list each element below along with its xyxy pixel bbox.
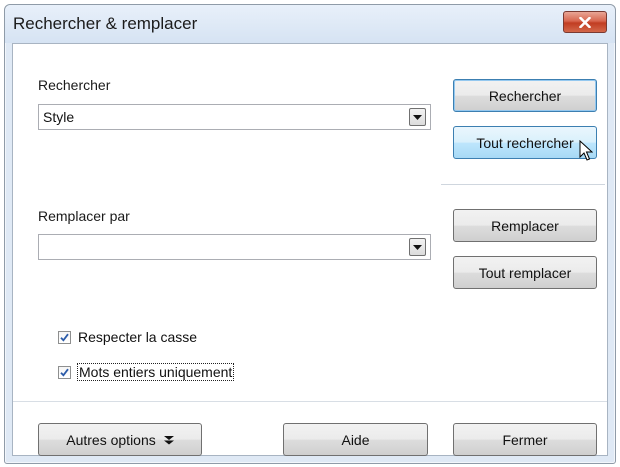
chevron-down-icon [413,244,422,250]
replace-all-button-label: Tout remplacer [478,264,572,281]
checkmark-icon [60,333,69,342]
help-button-label: Aide [341,431,370,448]
replace-label: Remplacer par [38,208,130,224]
close-icon [579,16,591,28]
close-window-button[interactable] [563,11,607,33]
find-all-button[interactable]: Tout rechercher [453,126,597,159]
window-title: Rechercher & remplacer [13,14,198,33]
find-button-label: Rechercher [488,87,562,104]
checkmark-icon [60,368,69,377]
replace-button-label: Remplacer [491,217,559,234]
more-options-label: Autres options [66,431,156,448]
find-replace-dialog: Rechercher & remplacer Rechercher Style … [4,4,616,464]
whole-words-option[interactable]: Mots entiers uniquement [58,363,235,381]
search-combobox[interactable]: Style [38,104,431,130]
match-case-label: Respecter la casse [78,329,198,345]
replace-all-button[interactable]: Tout remplacer [453,256,597,289]
whole-words-label: Mots entiers uniquement [76,363,235,381]
double-chevron-down-icon [163,435,174,444]
replace-button[interactable]: Remplacer [453,209,597,242]
replace-dropdown-button[interactable] [409,238,426,256]
find-all-button-label: Tout rechercher [476,134,574,151]
close-button[interactable]: Fermer [453,423,597,456]
title-bar[interactable]: Rechercher & remplacer [5,5,615,43]
match-case-option[interactable]: Respecter la casse [58,329,197,345]
whole-words-checkbox[interactable] [58,365,71,379]
match-case-checkbox[interactable] [58,330,71,344]
search-value: Style [43,109,75,125]
separator [441,184,605,185]
help-button[interactable]: Aide [283,423,428,456]
search-dropdown-button[interactable] [409,108,426,126]
dialog-body: Rechercher Style Rechercher Tout recherc… [12,43,608,456]
search-label: Rechercher [38,77,111,93]
footer-separator [13,401,607,402]
mouse-cursor-icon [579,140,593,161]
close-button-label: Fermer [502,431,548,448]
find-button[interactable]: Rechercher [453,79,597,112]
replace-combobox[interactable] [38,234,431,260]
chevron-down-icon [413,114,422,120]
more-options-button[interactable]: Autres options [38,423,202,456]
